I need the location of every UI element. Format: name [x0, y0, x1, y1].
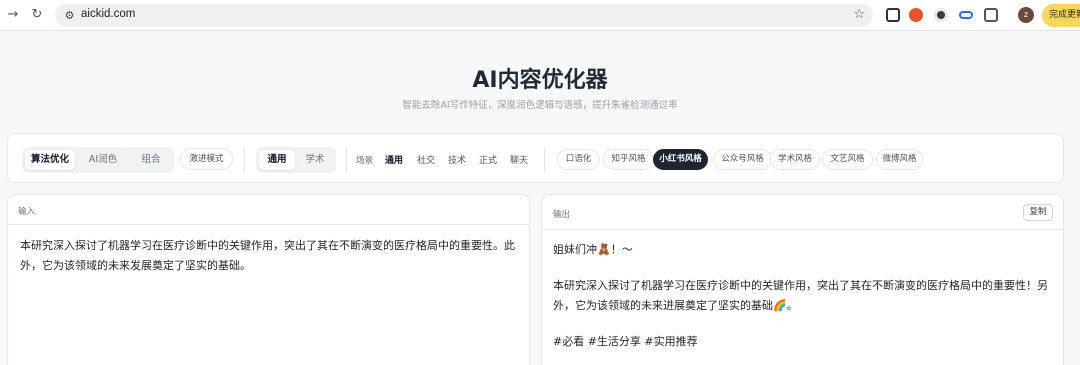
input-panel: 输入 本研究深入探讨了机器学习在医疗诊断中的关键作用，突出了其在不断演变的医疗格…	[7, 194, 530, 365]
aggressive-mode-toggle[interactable]: 激进模式	[180, 148, 233, 170]
output-label: 输出	[553, 210, 571, 220]
url-text[interactable]: aickid.com	[81, 8, 135, 20]
scene-chat[interactable]: 聊天	[510, 153, 528, 166]
options-toolbar: 算法优化 AI润色 组合 激进模式 通用 学术 场景 通用 社交 技术 正式 聊…	[7, 133, 1064, 183]
extension-orange-icon[interactable]	[909, 8, 923, 22]
output-panel-header: 输出 复制	[542, 195, 1063, 230]
style-weibo[interactable]: 微博风格	[876, 149, 923, 170]
page-subtitle: 智能去除AI写作特征，深度润色逻辑与语感，提升朱雀检测通过率	[402, 100, 678, 111]
qr-code-icon[interactable]	[886, 8, 900, 22]
site-settings-icon[interactable]: ⚙	[62, 8, 77, 23]
copy-button[interactable]: 复制	[1023, 204, 1053, 221]
style-academic[interactable]: 学术风格	[770, 149, 820, 170]
page-title: AI内容优化器	[472, 68, 608, 93]
input-label: 输入	[18, 207, 36, 217]
output-line-greeting: 姐妹们冲🧸！～	[553, 243, 633, 256]
output-line-hashtags: #必看 #生活分享 #实用推荐	[553, 335, 698, 348]
domain-academic-tab[interactable]: 学术	[297, 150, 333, 170]
style-literary[interactable]: 文艺风格	[822, 149, 873, 170]
style-colloquial[interactable]: 口语化	[557, 149, 600, 170]
extensions-puzzle-icon[interactable]	[984, 8, 998, 22]
divider	[544, 148, 545, 172]
divider	[244, 148, 245, 172]
reload-icon[interactable]: ↻	[29, 7, 45, 23]
input-textarea[interactable]: 本研究深入探讨了机器学习在医疗诊断中的关键作用，突出了其在不断演变的医疗格局中的…	[8, 225, 529, 287]
domain-segmented-control: 通用 学术	[256, 147, 336, 173]
scene-label: 场景	[356, 156, 374, 166]
mode-ai-polish-tab[interactable]: AI润色	[79, 150, 127, 170]
scene-tech[interactable]: 技术	[448, 153, 466, 166]
output-line-body: 本研究深入探讨了机器学习在医疗诊断中的关键作用，突出了其在不断演变的医疗格局中的…	[553, 279, 1048, 312]
extension-link-icon[interactable]	[959, 11, 973, 19]
mode-algorithm-tab[interactable]: 算法优化	[25, 150, 75, 170]
bookmark-star-icon[interactable]: ☆	[853, 7, 865, 22]
domain-general-tab[interactable]: 通用	[259, 150, 295, 170]
update-button[interactable]: 完成更新	[1042, 4, 1080, 27]
scene-general[interactable]: 通用	[385, 153, 403, 166]
output-text: 姐妹们冲🧸！～ 本研究深入探讨了机器学习在医疗诊断中的关键作用，突出了其在不断演…	[542, 230, 1063, 365]
mode-combined-tab[interactable]: 组合	[131, 150, 171, 170]
scene-social[interactable]: 社交	[417, 153, 435, 166]
divider	[346, 148, 347, 172]
scene-formal[interactable]: 正式	[479, 153, 497, 166]
extension-panda-icon[interactable]	[934, 8, 948, 22]
browser-toolbar: → ↻ ⚙ aickid.com ☆ z 完成更新	[0, 0, 1080, 31]
mode-segmented-control: 算法优化 AI润色 组合	[22, 147, 174, 173]
style-zhihu[interactable]: 知乎风格	[603, 149, 654, 170]
style-wechat-official[interactable]: 公众号风格	[713, 149, 772, 170]
profile-avatar[interactable]: z	[1018, 7, 1034, 23]
output-panel: 输出 复制 姐妹们冲🧸！～ 本研究深入探讨了机器学习在医疗诊断中的关键作用，突出…	[541, 194, 1064, 365]
address-bar[interactable]: ⚙ aickid.com ☆	[55, 4, 873, 27]
style-xiaohongshu[interactable]: 小红书风格	[653, 149, 708, 170]
forward-icon[interactable]: →	[5, 7, 21, 23]
input-panel-header: 输入	[8, 195, 529, 225]
